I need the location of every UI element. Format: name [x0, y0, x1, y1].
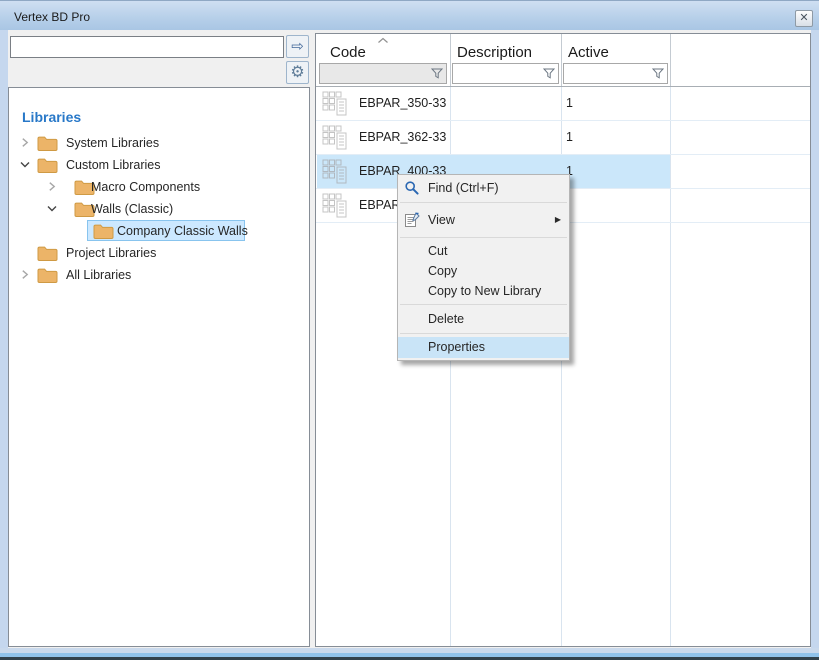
- table-row[interactable]: EBPAR_350-33 1: [316, 87, 810, 121]
- menu-separator: [400, 304, 567, 305]
- menu-item-properties[interactable]: Properties: [398, 337, 569, 358]
- folder-icon: [37, 135, 58, 151]
- tree-item-label: Project Libraries: [66, 246, 156, 260]
- menu-item-find[interactable]: Find (Ctrl+F): [398, 177, 569, 199]
- magnifier-icon: [404, 180, 420, 196]
- menu-separator: [400, 333, 567, 334]
- libraries-tree-panel: Libraries System Libraries Custom Librar…: [8, 87, 310, 647]
- tree-item-project-libraries[interactable]: Project Libraries: [9, 242, 309, 264]
- menu-item-cut[interactable]: Cut: [398, 241, 569, 261]
- tree-item-company-classic-walls[interactable]: Company Classic Walls: [9, 220, 309, 242]
- chevron-down-icon[interactable]: [20, 159, 30, 170]
- component-icon: [322, 125, 348, 151]
- component-icon: [322, 159, 348, 185]
- menu-item-label: View: [428, 213, 455, 227]
- filter-icon[interactable]: [543, 68, 555, 79]
- window-bottom-frame: [0, 648, 819, 660]
- app-window: Vertex BD Pro ✕ ⇨ ⚙ Libraries System Lib…: [0, 0, 819, 660]
- menu-item-delete[interactable]: Delete: [398, 308, 569, 330]
- column-divider: [670, 34, 671, 86]
- tree-item-walls-classic[interactable]: Walls (Classic): [9, 198, 309, 220]
- tree-item-label: All Libraries: [66, 268, 131, 282]
- filter-input-description[interactable]: [452, 63, 559, 84]
- cell-active: 1: [566, 130, 573, 144]
- component-icon: [322, 91, 348, 117]
- window-title: Vertex BD Pro: [14, 10, 90, 24]
- tree-item-label: Custom Libraries: [66, 158, 160, 172]
- cell-active: 1: [566, 96, 573, 110]
- folder-icon: [37, 267, 58, 283]
- submenu-arrow-icon: ▶: [555, 206, 561, 234]
- column-header-code[interactable]: Code: [330, 44, 366, 61]
- folder-icon: [93, 223, 114, 239]
- filter-icon[interactable]: [431, 68, 443, 79]
- sort-asc-icon: [377, 37, 389, 44]
- cell-code: EBPAR_350-33: [359, 96, 446, 110]
- menu-item-copy[interactable]: Copy: [398, 261, 569, 281]
- search-input[interactable]: [10, 36, 284, 58]
- menu-item-label: Copy: [428, 264, 457, 278]
- tree-item-label: Walls (Classic): [91, 202, 173, 216]
- filter-input-active[interactable]: [563, 63, 668, 84]
- column-divider: [450, 34, 451, 86]
- chevron-right-icon[interactable]: [20, 137, 30, 148]
- menu-item-label: Copy to New Library: [428, 284, 541, 298]
- menu-item-label: Properties: [428, 340, 485, 354]
- menu-item-label: Delete: [428, 312, 464, 326]
- menu-item-label: Cut: [428, 244, 447, 258]
- cell-code: EBPAR_362-33: [359, 130, 446, 144]
- chevron-down-icon[interactable]: [47, 203, 57, 214]
- gear-icon[interactable]: ⚙: [286, 61, 309, 84]
- column-header-active[interactable]: Active: [568, 44, 609, 61]
- tree-item-macro-components[interactable]: Macro Components: [9, 176, 309, 198]
- menu-item-view[interactable]: View ▶: [398, 206, 569, 234]
- menu-item-label: Find (Ctrl+F): [428, 181, 499, 195]
- chevron-right-icon[interactable]: [20, 269, 30, 280]
- go-icon[interactable]: ⇨: [286, 35, 309, 58]
- menu-separator: [400, 202, 567, 203]
- tree-item-all-libraries[interactable]: All Libraries: [9, 264, 309, 286]
- table-row[interactable]: EBPAR_362-33 1: [316, 121, 810, 155]
- chevron-right-icon[interactable]: [47, 181, 57, 192]
- folder-icon: [37, 245, 58, 261]
- filter-input-code[interactable]: [319, 63, 447, 84]
- tree-item-system-libraries[interactable]: System Libraries: [9, 132, 309, 154]
- filter-icon[interactable]: [652, 68, 664, 79]
- context-menu: Find (Ctrl+F) View ▶ Cut Copy Copy to Ne…: [397, 174, 570, 361]
- tree-item-custom-libraries[interactable]: Custom Libraries: [9, 154, 309, 176]
- tree-item-label: Macro Components: [91, 180, 200, 194]
- tree-item-label: System Libraries: [66, 136, 159, 150]
- component-icon: [322, 193, 348, 219]
- column-divider: [561, 34, 562, 86]
- view-icon: [404, 212, 420, 228]
- column-header-description[interactable]: Description: [457, 44, 532, 61]
- menu-separator: [400, 237, 567, 238]
- menu-item-copy-to-new-library[interactable]: Copy to New Library: [398, 281, 569, 301]
- tree-item-label: Company Classic Walls: [117, 224, 248, 238]
- cell-code: EBPAR: [359, 198, 400, 212]
- tree-header: Libraries: [22, 109, 81, 125]
- open-folder-icon: [37, 157, 58, 173]
- close-button[interactable]: ✕: [795, 10, 813, 27]
- title-bar: Vertex BD Pro ✕: [0, 0, 819, 30]
